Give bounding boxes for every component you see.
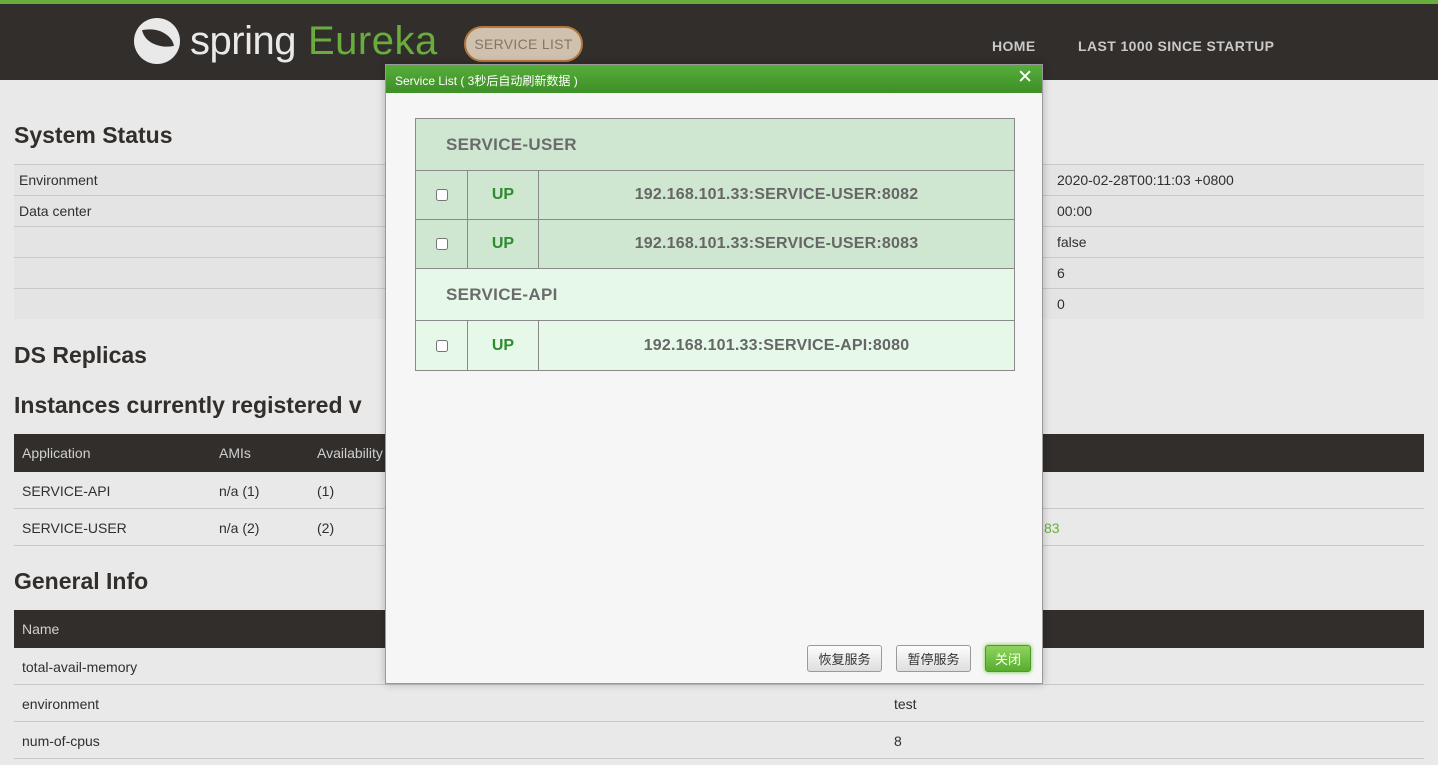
instance-row: UP 192.168.101.33:SERVICE-API:8080	[416, 321, 1014, 370]
instance-status: UP	[468, 220, 539, 268]
instance-checkbox-cell	[416, 171, 468, 219]
instance-checkbox[interactable]	[435, 339, 448, 352]
service-list-dialog: Service List ( 3秒后自动刷新数据 ) ✕ SERVICE-USE…	[385, 64, 1043, 684]
instance-id: 192.168.101.33:SERVICE-API:8080	[643, 336, 910, 354]
dialog-title: Service List ( 3秒后自动刷新数据 )	[395, 74, 578, 88]
service-table: SERVICE-USER UP 192.168.101.33:SERVICE-U…	[415, 118, 1015, 371]
close-dialog-button[interactable]: 关闭	[985, 645, 1031, 672]
instance-status: UP	[468, 321, 539, 370]
close-icon[interactable]: ✕	[1017, 68, 1033, 88]
instance-checkbox-cell	[416, 321, 468, 370]
instance-checkbox[interactable]	[435, 238, 448, 250]
instance-row: UP 192.168.101.33:SERVICE-USER:8082	[416, 171, 1014, 220]
pause-service-button[interactable]: 暂停服务	[896, 645, 971, 672]
instance-checkbox[interactable]	[435, 189, 448, 201]
service-group-header: SERVICE-API	[416, 269, 1014, 321]
instance-checkbox-cell	[416, 220, 468, 268]
instance-id: 192.168.101.33:SERVICE-USER:8082	[634, 186, 919, 203]
dialog-titlebar[interactable]: Service List ( 3秒后自动刷新数据 ) ✕	[386, 65, 1042, 93]
instance-id: 192.168.101.33:SERVICE-USER:8083	[634, 235, 919, 252]
restore-service-button[interactable]: 恢复服务	[807, 645, 882, 672]
instance-status: UP	[468, 171, 539, 219]
service-group-header: SERVICE-USER	[416, 119, 1014, 171]
instance-row: UP 192.168.101.33:SERVICE-USER:8083	[416, 220, 1014, 269]
